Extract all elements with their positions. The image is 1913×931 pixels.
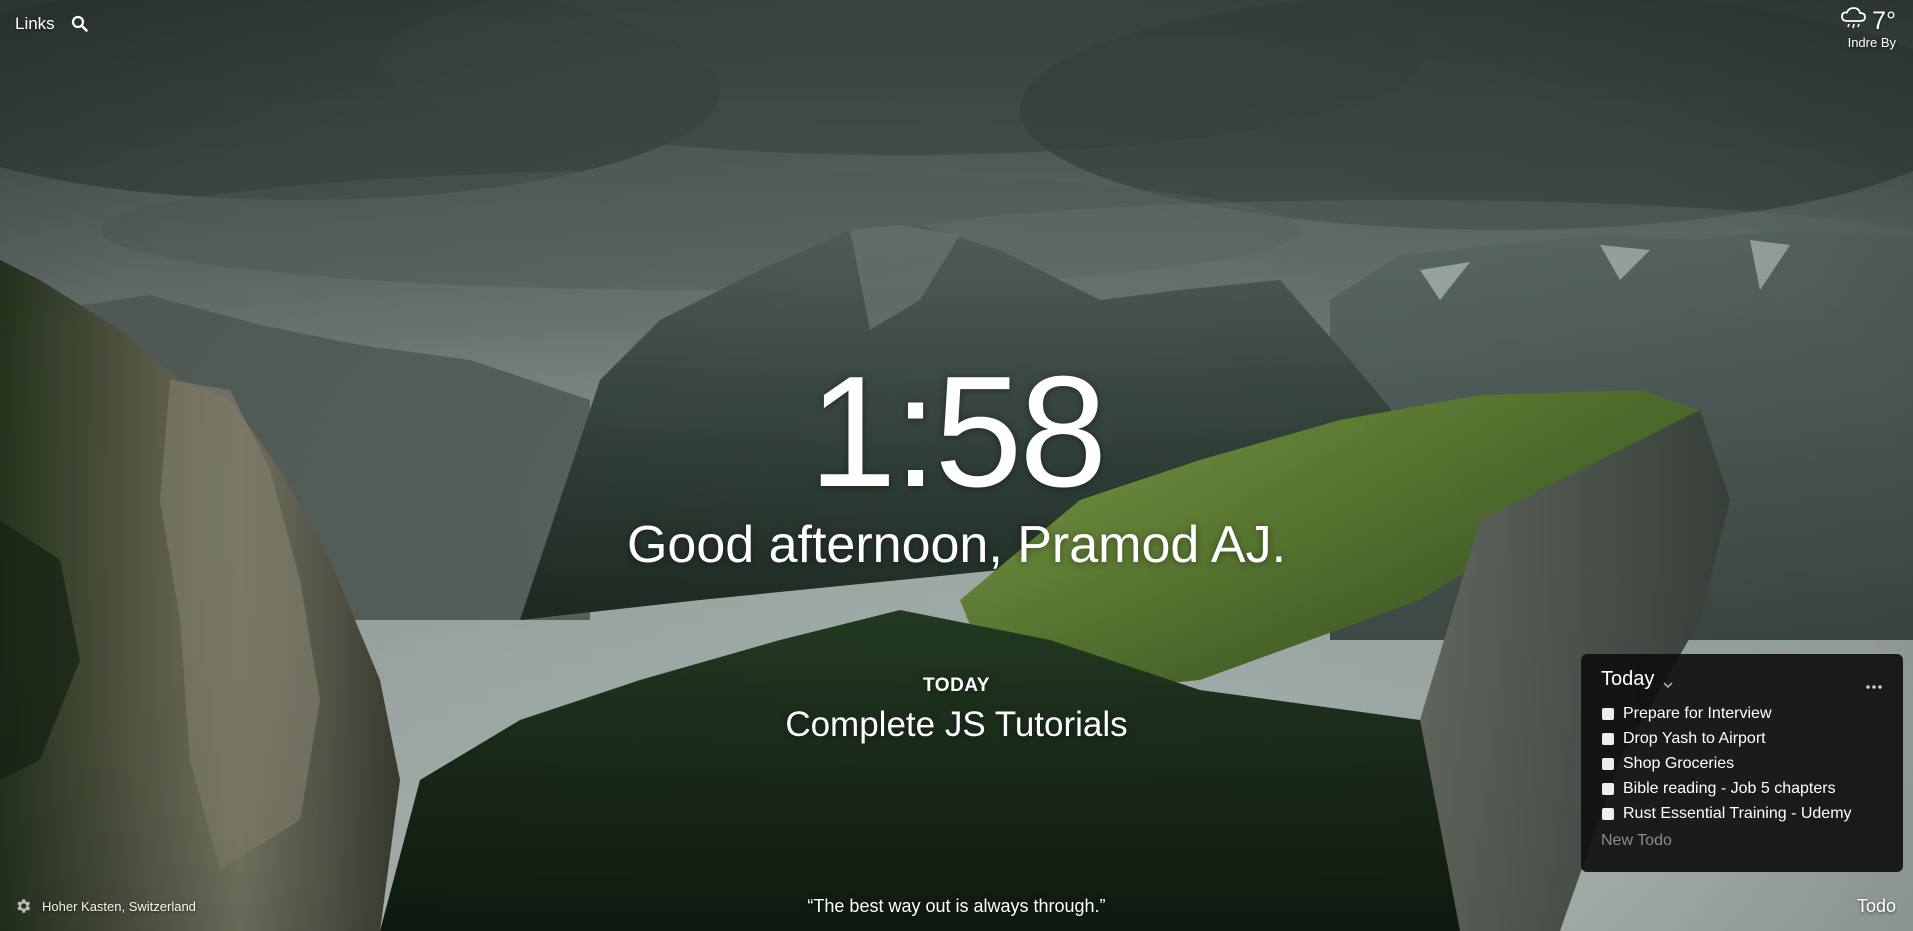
more-options-icon[interactable] (1865, 677, 1883, 689)
todo-text[interactable]: Rust Essential Training - Udemy (1623, 805, 1852, 823)
links-button[interactable]: Links (15, 14, 55, 34)
todo-item: Drop Yash to Airport (1601, 726, 1883, 751)
top-left-bar: Links (15, 14, 89, 34)
todo-panel: Today Prepare for Interview Drop Yash to… (1581, 654, 1903, 872)
todo-toggle-button[interactable]: Todo (1857, 896, 1896, 917)
todo-list-name: Today (1601, 668, 1655, 690)
todo-checkbox[interactable] (1602, 707, 1614, 720)
cloud-rain-icon (1840, 6, 1868, 37)
todo-text[interactable]: Drop Yash to Airport (1623, 730, 1766, 748)
todo-text[interactable]: Shop Groceries (1623, 755, 1734, 773)
todo-checkbox[interactable] (1602, 757, 1614, 770)
todo-list-selector[interactable]: Today (1601, 668, 1674, 691)
weather-widget[interactable]: 7° Indre By (1840, 6, 1896, 50)
search-icon[interactable] (71, 15, 89, 33)
chevron-down-icon (1662, 674, 1674, 688)
todo-item: Shop Groceries (1601, 751, 1883, 776)
weather-location: Indre By (1847, 35, 1896, 50)
weather-row: 7° (1840, 6, 1896, 37)
todo-text[interactable]: Bible reading - Job 5 chapters (1623, 780, 1836, 798)
todo-item: Rust Essential Training - Udemy (1601, 801, 1883, 826)
todo-text[interactable]: Prepare for Interview (1623, 705, 1772, 723)
new-todo-input[interactable] (1601, 830, 1883, 852)
todo-item: Bible reading - Job 5 chapters (1601, 776, 1883, 801)
dashboard: Links 7° Indre By 1:58 Good afternoon, P… (0, 0, 1913, 931)
todo-header: Today (1601, 668, 1883, 691)
quote[interactable]: “The best way out is always through.” (0, 896, 1913, 917)
todo-list: Prepare for Interview Drop Yash to Airpo… (1601, 701, 1883, 826)
weather-temperature: 7° (1872, 7, 1896, 35)
greeting: Good afternoon, Pramod AJ. (626, 516, 1287, 574)
todo-checkbox[interactable] (1602, 782, 1614, 795)
todo-item: Prepare for Interview (1601, 701, 1883, 726)
todo-checkbox[interactable] (1602, 732, 1614, 745)
todo-checkbox[interactable] (1602, 807, 1614, 820)
clock: 1:58 (808, 344, 1108, 520)
